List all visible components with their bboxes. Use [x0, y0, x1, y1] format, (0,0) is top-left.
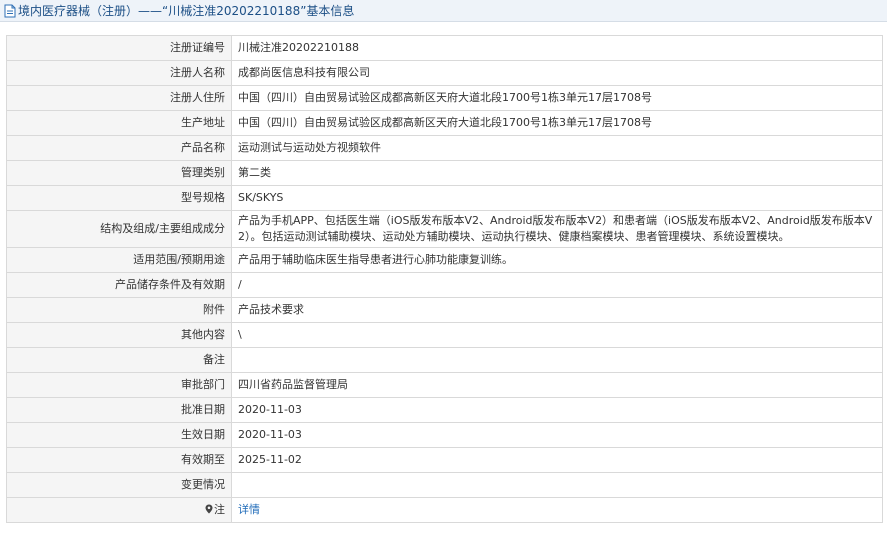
table-row: 备注	[6, 347, 883, 373]
table-row: 产品名称 运动测试与运动处方视频软件	[6, 135, 883, 161]
row-label: 生产地址	[6, 110, 232, 136]
row-label: 注册人住所	[6, 85, 232, 111]
row-value	[231, 347, 883, 373]
table-row: 注册人名称 成都尚医信息科技有限公司	[6, 60, 883, 86]
note-value-cell: 详情	[231, 497, 883, 523]
row-label: 备注	[6, 347, 232, 373]
row-value: 四川省药品监督管理局	[231, 372, 883, 398]
row-value: 2020-11-03	[231, 422, 883, 448]
row-value: 2020-11-03	[231, 397, 883, 423]
table-row: 变更情况	[6, 472, 883, 498]
row-value: 运动测试与运动处方视频软件	[231, 135, 883, 161]
row-value: \	[231, 322, 883, 348]
row-value: /	[231, 272, 883, 298]
note-row: 注 详情	[6, 497, 883, 523]
info-table-container: 注册证编号 川械注准20202210188 注册人名称 成都尚医信息科技有限公司…	[6, 35, 883, 523]
map-pin-icon	[205, 504, 213, 514]
table-row: 其他内容 \	[6, 322, 883, 348]
row-label: 管理类别	[6, 160, 232, 186]
row-label: 附件	[6, 297, 232, 323]
row-label: 有效期至	[6, 447, 232, 473]
row-value: 第二类	[231, 160, 883, 186]
table-row: 注册人住所 中国（四川）自由贸易试验区成都高新区天府大道北段1700号1栋3单元…	[6, 85, 883, 111]
row-value: 产品用于辅助临床医生指导患者进行心肺功能康复训练。	[231, 247, 883, 273]
table-row: 附件 产品技术要求	[6, 297, 883, 323]
page-title-bar: 境内医疗器械（注册）——“川械注准20202210188”基本信息	[0, 0, 887, 22]
table-row: 注册证编号 川械注准20202210188	[6, 35, 883, 61]
table-row: 批准日期 2020-11-03	[6, 397, 883, 423]
info-table: 注册证编号 川械注准20202210188 注册人名称 成都尚医信息科技有限公司…	[6, 35, 883, 523]
table-row: 生效日期 2020-11-03	[6, 422, 883, 448]
document-icon	[4, 4, 16, 17]
table-row: 管理类别 第二类	[6, 160, 883, 186]
row-label: 其他内容	[6, 322, 232, 348]
row-label: 审批部门	[6, 372, 232, 398]
note-label-cell: 注	[6, 497, 232, 523]
note-label: 注	[214, 503, 225, 516]
row-value: 2025-11-02	[231, 447, 883, 473]
row-value	[231, 472, 883, 498]
table-row: 生产地址 中国（四川）自由贸易试验区成都高新区天府大道北段1700号1栋3单元1…	[6, 110, 883, 136]
details-link[interactable]: 详情	[238, 503, 260, 516]
row-value: 中国（四川）自由贸易试验区成都高新区天府大道北段1700号1栋3单元17层170…	[231, 110, 883, 136]
row-label: 生效日期	[6, 422, 232, 448]
table-row: 适用范围/预期用途 产品用于辅助临床医生指导患者进行心肺功能康复训练。	[6, 247, 883, 273]
table-row: 审批部门 四川省药品监督管理局	[6, 372, 883, 398]
row-label: 变更情况	[6, 472, 232, 498]
row-value: 成都尚医信息科技有限公司	[231, 60, 883, 86]
table-row: 结构及组成/主要组成成分 产品为手机APP、包括医生端（iOS版发布版本V2、A…	[6, 210, 883, 248]
table-row: 型号规格 SK/SKYS	[6, 185, 883, 211]
row-value: 中国（四川）自由贸易试验区成都高新区天府大道北段1700号1栋3单元17层170…	[231, 85, 883, 111]
row-label: 注册人名称	[6, 60, 232, 86]
page-title: 境内医疗器械（注册）——“川械注准20202210188”基本信息	[18, 4, 355, 18]
row-label: 注册证编号	[6, 35, 232, 61]
table-row: 产品储存条件及有效期 /	[6, 272, 883, 298]
row-value: SK/SKYS	[231, 185, 883, 211]
row-label: 型号规格	[6, 185, 232, 211]
row-value: 产品为手机APP、包括医生端（iOS版发布版本V2、Android版发布版本V2…	[231, 210, 883, 248]
row-value: 川械注准20202210188	[231, 35, 883, 61]
row-label: 产品名称	[6, 135, 232, 161]
row-value: 产品技术要求	[231, 297, 883, 323]
row-label: 适用范围/预期用途	[6, 247, 232, 273]
row-label: 批准日期	[6, 397, 232, 423]
table-row: 有效期至 2025-11-02	[6, 447, 883, 473]
row-label: 结构及组成/主要组成成分	[6, 210, 232, 248]
row-label: 产品储存条件及有效期	[6, 272, 232, 298]
